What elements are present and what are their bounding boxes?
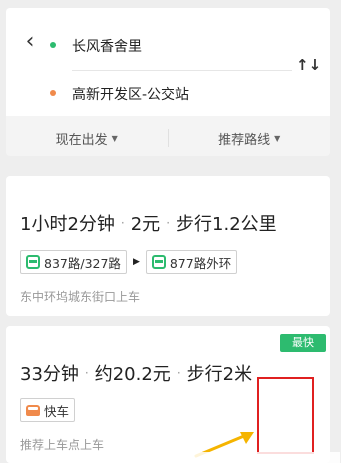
end-location[interactable]: 高新开发区-公交站: [72, 84, 189, 104]
swap-button[interactable]: ↑↓: [296, 54, 322, 76]
caret-down-icon: ▼: [274, 133, 281, 143]
arrow-right-icon: ▶: [132, 257, 140, 267]
start-dot-icon: [50, 42, 56, 48]
divider: [72, 70, 292, 71]
chevron-left-icon: ‹: [25, 29, 35, 54]
caret-down-icon: ▼: [111, 133, 118, 143]
route-card[interactable]: 1小时2分钟 · 2元 · 步行1.2公里 837路/327路 ▶ 877路外环…: [6, 176, 330, 316]
ride-mode-chip: 快车: [20, 398, 76, 422]
boarding-info: 东中环坞城东街口上车: [20, 290, 141, 304]
end-dot-icon: [50, 90, 56, 96]
swap-icon: ↑↓: [296, 56, 322, 74]
bottom-overlay: [150, 452, 340, 463]
route-walk: 步行2米: [186, 364, 253, 385]
route-pref-label: 推荐路线: [218, 132, 271, 148]
bus-line-label: 837路/327路: [44, 255, 121, 271]
route-input-area: ‹ 长风香舍里 高新开发区-公交站 ↑↓: [6, 8, 330, 116]
bus-icon: [26, 255, 40, 269]
separator-dot: ·: [176, 366, 181, 380]
ride-mode-label: 快车: [44, 403, 70, 419]
bus-line-chip: 837路/327路: [20, 250, 127, 274]
route-header: ‹ 长风香舍里 高新开发区-公交站 ↑↓ 现在出发 ▼ 推荐路线 ▼: [6, 8, 330, 156]
back-button[interactable]: ‹: [20, 30, 40, 54]
bus-icon: [151, 255, 166, 269]
route-summary: 33分钟 · 约20.2元 · 步行2米: [20, 360, 252, 386]
highlight-box: [257, 377, 314, 454]
separator-dot: ·: [84, 366, 89, 380]
route-duration: 33分钟: [20, 364, 79, 385]
boarding-info: 推荐上车点上车: [20, 438, 105, 452]
bus-line-chip: 877路外环: [145, 250, 238, 274]
depart-time-filter[interactable]: 现在出发 ▼: [6, 129, 168, 148]
transit-lines: 837路/327路 ▶ 877路外环: [20, 250, 238, 274]
route-walk: 步行1.2公里: [176, 214, 277, 235]
depart-time-label: 现在出发: [55, 132, 108, 148]
route-pref-filter[interactable]: 推荐路线 ▼: [169, 129, 331, 148]
separator-dot: ·: [166, 216, 171, 230]
car-icon: [26, 404, 40, 416]
bus-line-label: 877路外环: [169, 255, 232, 271]
route-duration: 1小时2分钟: [20, 214, 115, 235]
route-summary: 1小时2分钟 · 2元 · 步行1.2公里: [20, 210, 277, 236]
start-location[interactable]: 长风香舍里: [72, 36, 142, 56]
route-price: 2元: [130, 214, 161, 235]
fastest-badge: 最快: [280, 334, 326, 352]
filter-bar: 现在出发 ▼ 推荐路线 ▼: [6, 120, 330, 156]
separator-dot: ·: [120, 216, 125, 230]
route-price: 约20.2元: [94, 364, 171, 385]
